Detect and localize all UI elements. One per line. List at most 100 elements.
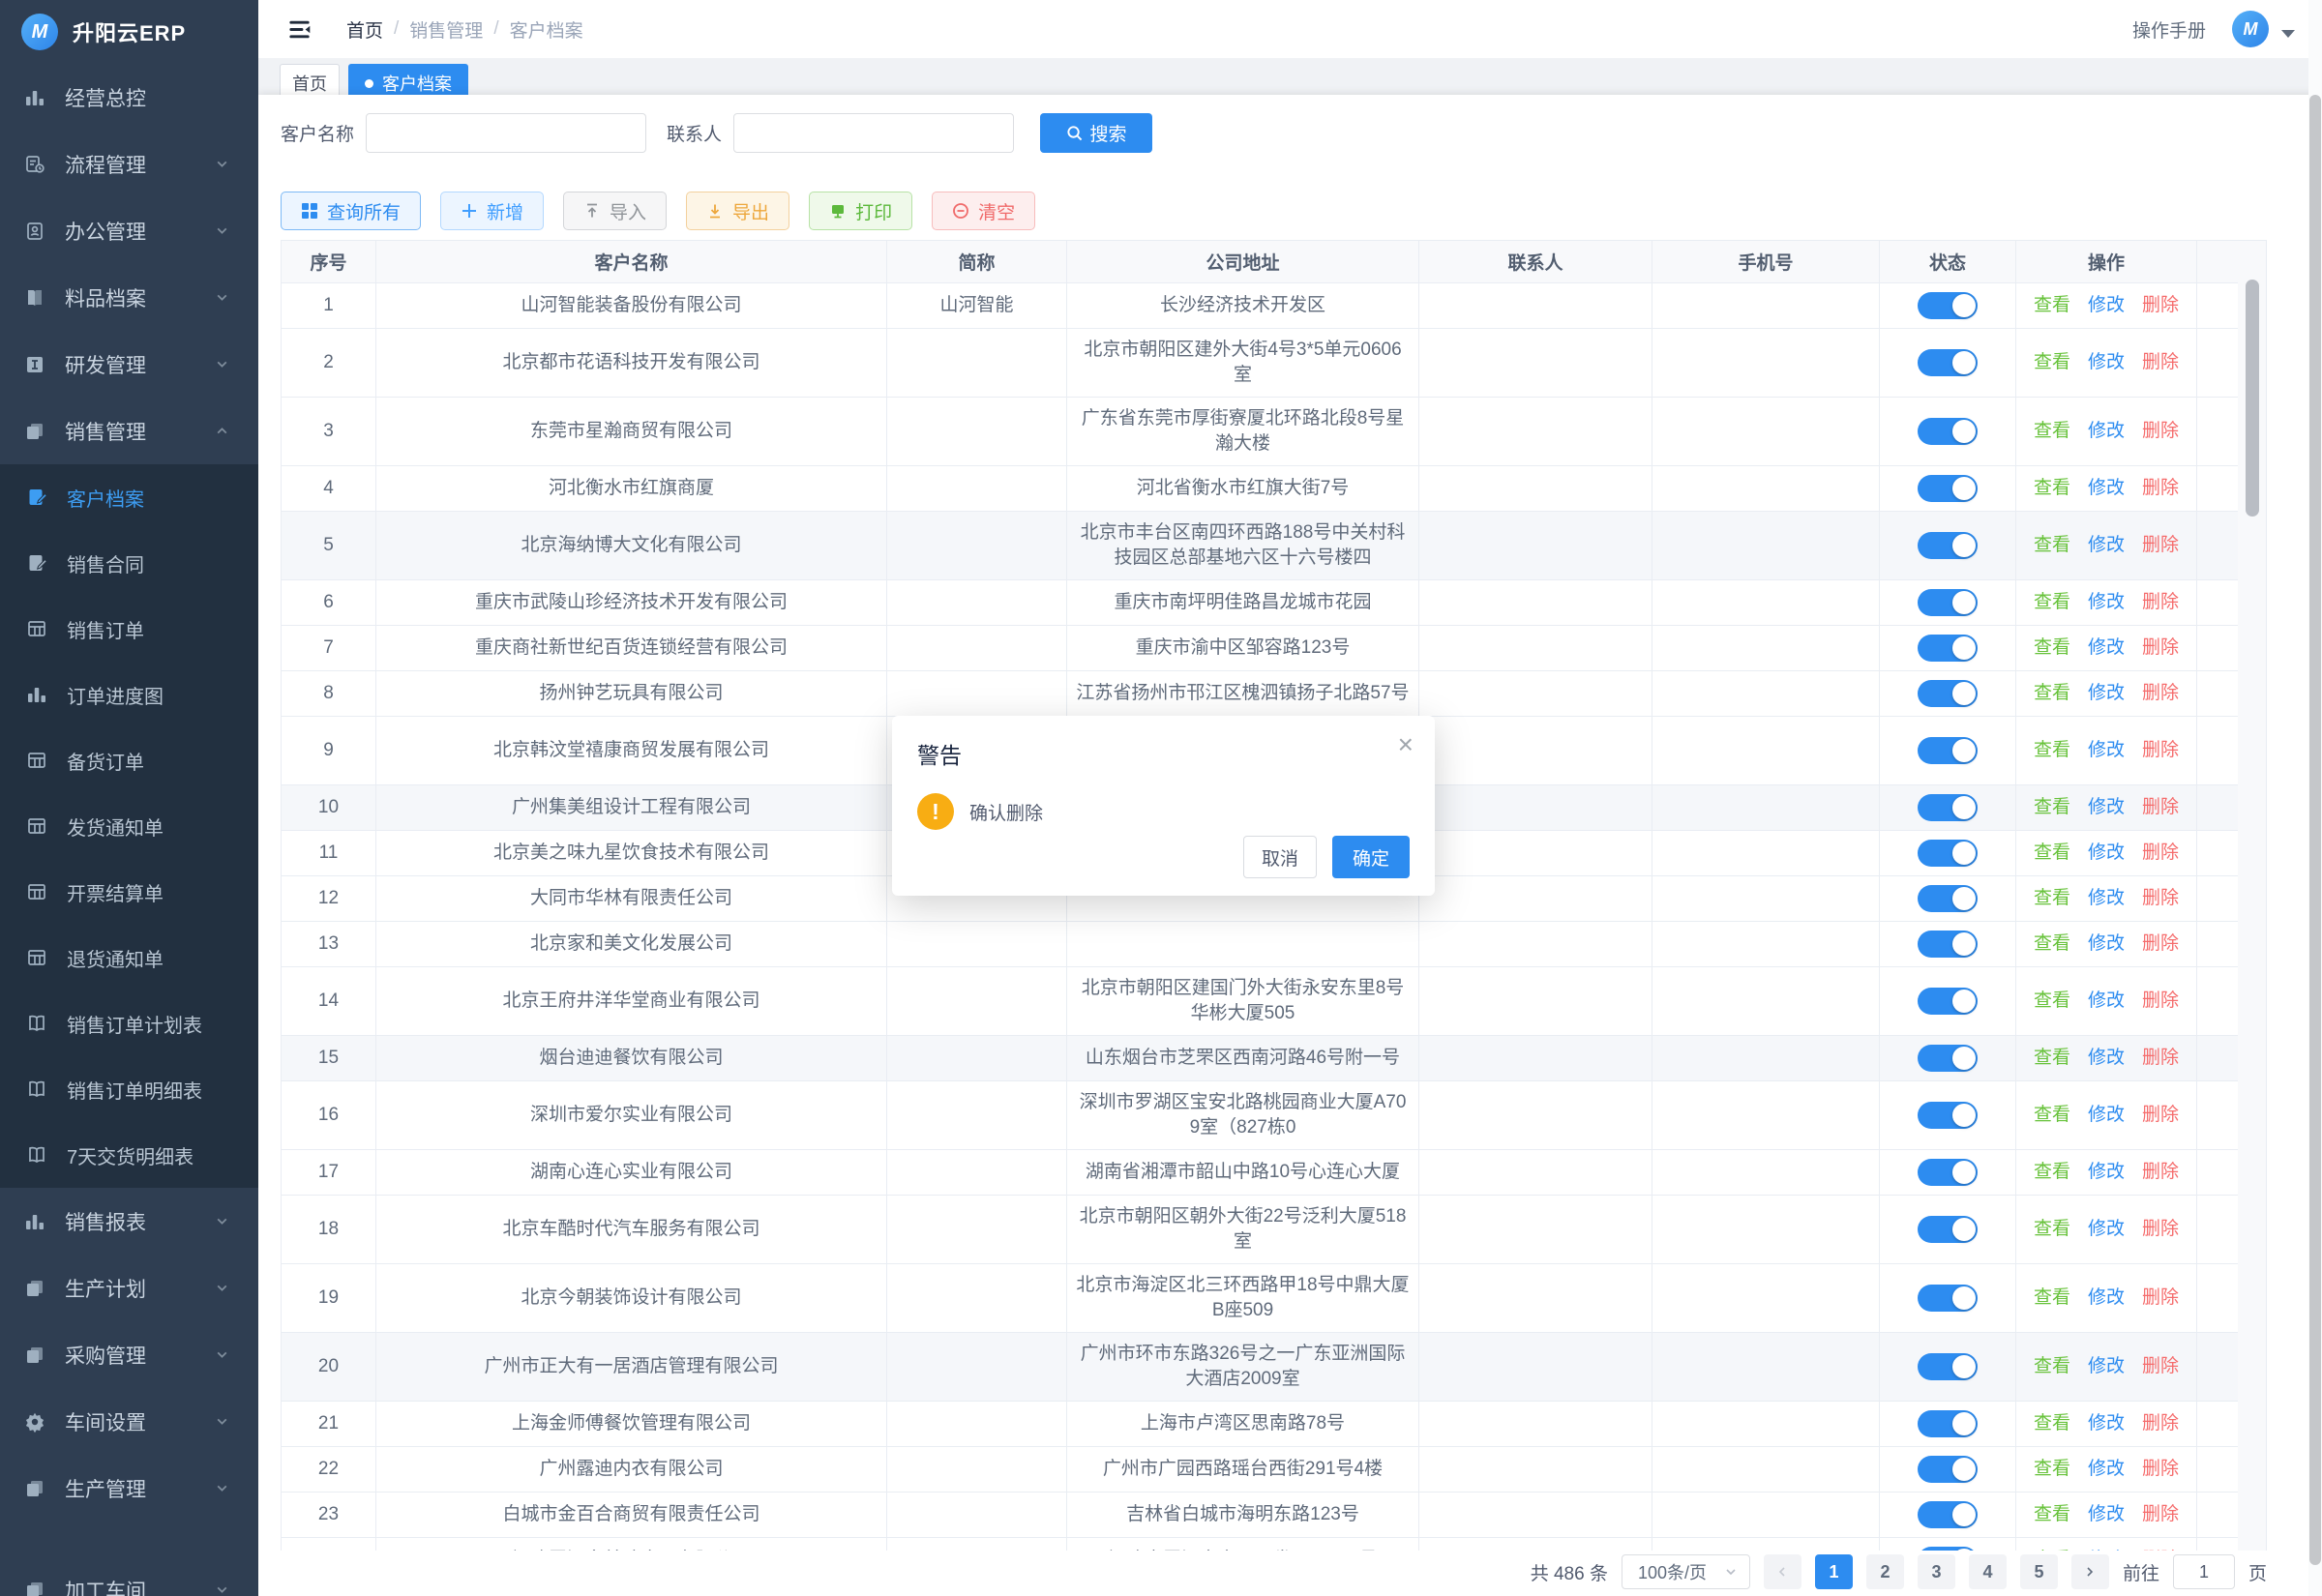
delete-link[interactable]: 删除 — [2142, 888, 2179, 908]
edit-link[interactable]: 修改 — [2088, 421, 2125, 441]
view-link[interactable]: 查看 — [2034, 1105, 2070, 1125]
status-toggle[interactable] — [1918, 1353, 1978, 1380]
sidebar-item-17[interactable]: 销售报表 — [0, 1188, 258, 1255]
edit-link[interactable]: 修改 — [2088, 1219, 2125, 1239]
edit-link[interactable]: 修改 — [2088, 990, 2125, 1011]
status-toggle[interactable] — [1918, 1410, 1978, 1437]
status-toggle[interactable] — [1918, 840, 1978, 867]
page-size-select[interactable]: 100条/页 — [1621, 1554, 1750, 1589]
page-button-3[interactable]: 3 — [1917, 1554, 1955, 1589]
search-button[interactable]: 搜索 — [1040, 113, 1153, 153]
sidebar-item-6[interactable]: 客户档案 — [0, 464, 258, 530]
sidebar-item-11[interactable]: 发货通知单 — [0, 793, 258, 859]
view-link[interactable]: 查看 — [2034, 1356, 2070, 1376]
view-link[interactable]: 查看 — [2034, 990, 2070, 1011]
customer-name-input[interactable] — [366, 113, 647, 153]
import-button[interactable]: 导入 — [563, 192, 668, 230]
manual-link[interactable]: 操作手册 — [2132, 16, 2206, 43]
edit-link[interactable]: 修改 — [2088, 1287, 2125, 1308]
delete-link[interactable]: 删除 — [2142, 1048, 2179, 1068]
edit-link[interactable]: 修改 — [2088, 1550, 2125, 1551]
view-link[interactable]: 查看 — [2034, 797, 2070, 817]
edit-link[interactable]: 修改 — [2088, 295, 2125, 315]
view-link[interactable]: 查看 — [2034, 1459, 2070, 1479]
edit-link[interactable]: 修改 — [2088, 1413, 2125, 1433]
sidebar-item-2[interactable]: 办公管理 — [0, 197, 258, 264]
status-toggle[interactable] — [1918, 292, 1978, 319]
delete-link[interactable]: 删除 — [2142, 1287, 2179, 1308]
sidebar-item-16[interactable]: 7天交货明细表 — [0, 1122, 258, 1188]
edit-link[interactable]: 修改 — [2088, 797, 2125, 817]
view-link[interactable]: 查看 — [2034, 637, 2070, 658]
status-toggle[interactable] — [1918, 1045, 1978, 1072]
delete-link[interactable]: 删除 — [2142, 637, 2179, 658]
edit-link[interactable]: 修改 — [2088, 535, 2125, 555]
delete-link[interactable]: 删除 — [2142, 421, 2179, 441]
status-toggle[interactable] — [1918, 418, 1978, 445]
status-toggle[interactable] — [1918, 1285, 1978, 1312]
page-button-2[interactable]: 2 — [1865, 1554, 1904, 1589]
status-toggle[interactable] — [1918, 680, 1978, 707]
sidebar-collapse-icon[interactable] — [286, 16, 313, 43]
view-link[interactable]: 查看 — [2034, 888, 2070, 908]
delete-link[interactable]: 删除 — [2142, 535, 2179, 555]
delete-link[interactable]: 删除 — [2142, 592, 2179, 612]
delete-link[interactable]: 删除 — [2142, 842, 2179, 863]
status-toggle[interactable] — [1918, 635, 1978, 662]
sidebar-item-1[interactable]: 流程管理 — [0, 131, 258, 197]
sidebar-item-0[interactable]: 经营总控 — [0, 64, 258, 131]
view-link[interactable]: 查看 — [2034, 1162, 2070, 1182]
status-toggle[interactable] — [1918, 532, 1978, 559]
breadcrumb-sales[interactable]: 销售管理 — [409, 16, 483, 43]
delete-link[interactable]: 删除 — [2142, 295, 2179, 315]
delete-link[interactable]: 删除 — [2142, 352, 2179, 372]
status-toggle[interactable] — [1918, 589, 1978, 616]
edit-link[interactable]: 修改 — [2088, 1105, 2125, 1125]
delete-link[interactable]: 删除 — [2142, 1105, 2179, 1125]
status-toggle[interactable] — [1918, 1456, 1978, 1483]
delete-link[interactable]: 删除 — [2142, 1162, 2179, 1182]
status-toggle[interactable] — [1918, 1501, 1978, 1528]
status-toggle[interactable] — [1918, 1159, 1978, 1186]
delete-link[interactable]: 删除 — [2142, 1219, 2179, 1239]
sidebar-item-19[interactable]: 采购管理 — [0, 1321, 258, 1388]
delete-link[interactable]: 删除 — [2142, 797, 2179, 817]
status-toggle[interactable] — [1918, 737, 1978, 764]
add-button[interactable]: 新增 — [440, 192, 545, 230]
page-scrollbar[interactable] — [2308, 0, 2322, 1596]
view-link[interactable]: 查看 — [2034, 1504, 2070, 1524]
view-link[interactable]: 查看 — [2034, 1550, 2070, 1551]
sidebar-item-14[interactable]: 销售订单计划表 — [0, 990, 258, 1056]
edit-link[interactable]: 修改 — [2088, 1162, 2125, 1182]
sidebar-item-4[interactable]: 研发管理 — [0, 331, 258, 398]
sidebar-item-21[interactable]: 生产管理 — [0, 1455, 258, 1522]
delete-link[interactable]: 删除 — [2142, 478, 2179, 498]
table-scrollbar[interactable] — [2238, 240, 2267, 1551]
edit-link[interactable]: 修改 — [2088, 1504, 2125, 1524]
page-button-4[interactable]: 4 — [1968, 1554, 2007, 1589]
status-toggle[interactable] — [1918, 475, 1978, 502]
status-toggle[interactable] — [1918, 349, 1978, 376]
edit-link[interactable]: 修改 — [2088, 683, 2125, 703]
prev-page-button[interactable] — [1763, 1554, 1801, 1589]
view-link[interactable]: 查看 — [2034, 933, 2070, 954]
status-toggle[interactable] — [1918, 794, 1978, 821]
sidebar-item-12[interactable]: 开票结算单 — [0, 859, 258, 925]
view-link[interactable]: 查看 — [2034, 592, 2070, 612]
view-link[interactable]: 查看 — [2034, 478, 2070, 498]
close-icon[interactable]: × — [1398, 731, 1414, 758]
query-button[interactable]: 查询所有 — [281, 192, 422, 230]
sidebar-item-22[interactable]: 加工车间 — [0, 1556, 258, 1596]
confirm-button[interactable]: 确定 — [1332, 836, 1410, 878]
sidebar-item-7[interactable]: 销售合同 — [0, 530, 258, 596]
view-link[interactable]: 查看 — [2034, 535, 2070, 555]
table-scrollbar-thumb[interactable] — [2246, 280, 2259, 517]
contact-input[interactable] — [733, 113, 1015, 153]
goto-page-input[interactable] — [2172, 1554, 2235, 1589]
sidebar-item-10[interactable]: 备货订单 — [0, 727, 258, 793]
delete-link[interactable]: 删除 — [2142, 1356, 2179, 1376]
sidebar-item-15[interactable]: 销售订单明细表 — [0, 1056, 258, 1122]
view-link[interactable]: 查看 — [2034, 352, 2070, 372]
view-link[interactable]: 查看 — [2034, 740, 2070, 760]
sidebar-item-18[interactable]: 生产计划 — [0, 1255, 258, 1321]
